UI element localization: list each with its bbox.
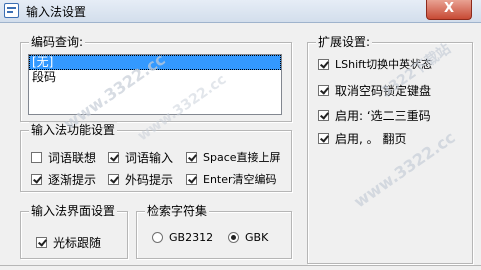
checkbox-label: Enter清空编码 — [203, 173, 277, 186]
checkbox-word-association[interactable]: 词语联想 — [31, 149, 96, 166]
checkbox-label: 取消空码锁定键盘 — [335, 84, 432, 98]
checkbox-label: LShift切换中英状态 — [335, 58, 433, 71]
app-icon — [4, 3, 19, 18]
list-item-none[interactable]: [无] — [29, 55, 281, 70]
checkbox-box[interactable] — [36, 237, 47, 248]
encoding-query-list[interactable]: [无] 段码 — [28, 54, 282, 115]
extended-settings-group: 扩展设置: — [307, 34, 473, 264]
ime-functions-label: 输入法功能设置 — [29, 122, 118, 138]
checkbox-box[interactable] — [31, 174, 42, 185]
radio-dot[interactable] — [228, 232, 239, 243]
checkbox-box[interactable] — [186, 151, 197, 163]
checkbox-label: 词语联想 — [48, 151, 97, 165]
title-bar: 输入法设置 X — [0, 0, 481, 23]
bottom-divider — [0, 265, 481, 266]
charset-label: 检索字符集 — [145, 203, 210, 219]
checkbox-box[interactable] — [318, 110, 329, 121]
checkbox-cancel-empty-lock[interactable]: 取消空码锁定键盘 — [318, 82, 431, 99]
checkbox-box[interactable] — [318, 133, 329, 144]
checkbox-space-commit[interactable]: Space直接上屏 — [186, 149, 281, 165]
radio-label: GBK — [245, 231, 269, 244]
checkbox-enable-quote-select[interactable]: 启用: ‘选二三重码 — [318, 107, 431, 124]
radio-gbk[interactable]: GBK — [228, 231, 268, 244]
radio-dot[interactable] — [152, 232, 163, 243]
checkbox-word-input[interactable]: 词语输入 — [108, 149, 173, 166]
checkbox-box[interactable] — [318, 85, 329, 96]
radio-gb2312[interactable]: GB2312 — [152, 231, 213, 244]
checkbox-label: 光标跟随 — [53, 236, 102, 250]
close-button[interactable]: X — [426, 0, 472, 20]
checkbox-box[interactable] — [31, 152, 42, 163]
window-title: 输入法设置 — [26, 5, 87, 19]
checkbox-lshift-toggle[interactable]: LShift切换中英状态 — [318, 56, 432, 72]
checkbox-box[interactable] — [108, 152, 119, 163]
checkbox-label: 词语输入 — [125, 151, 174, 165]
encoding-query-label: 编码查询: — [29, 34, 86, 50]
checkbox-label: 逐渐提示 — [48, 173, 97, 187]
extended-settings-label: 扩展设置: — [316, 34, 373, 50]
list-item-segment-code[interactable]: 段码 — [29, 70, 281, 85]
checkbox-code-hint[interactable]: 外码提示 — [108, 171, 173, 188]
checkbox-box[interactable] — [108, 174, 119, 185]
checkbox-label: 外码提示 — [125, 173, 174, 187]
checkbox-label: Space直接上屏 — [203, 151, 281, 164]
checkbox-enter-clear[interactable]: Enter清空编码 — [186, 171, 277, 187]
checkbox-progressive-hint[interactable]: 逐渐提示 — [31, 171, 96, 188]
checkbox-cursor-follow[interactable]: 光标跟随 — [36, 234, 101, 251]
ime-ui-label: 输入法界面设置 — [29, 203, 118, 219]
checkbox-label: 启用: ‘选二三重码 — [335, 109, 431, 123]
checkbox-box[interactable] — [186, 173, 197, 185]
radio-label: GB2312 — [169, 231, 214, 244]
checkbox-enable-page-turn[interactable]: 启用, 。 翻页 — [318, 130, 406, 147]
checkbox-box[interactable] — [318, 58, 329, 70]
checkbox-label: 启用, 。 翻页 — [335, 132, 407, 146]
